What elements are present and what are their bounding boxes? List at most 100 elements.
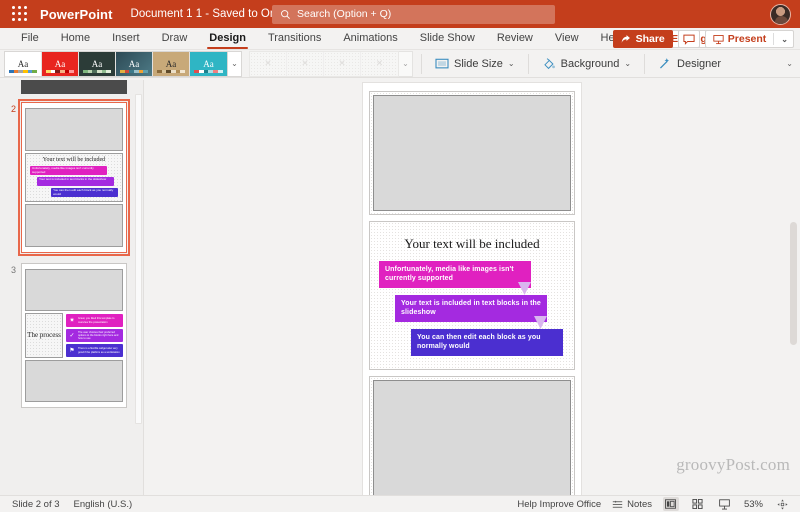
theme-gallery: Aa Aa Aa Aa Aa Aa [4,50,228,77]
zoom-level[interactable]: 53% [744,499,763,510]
theme-preview-label: Aa [203,58,214,69]
share-button[interactable]: Share [612,30,673,48]
slide-sorter-view-button[interactable] [690,497,706,511]
placeholder-box [25,108,123,151]
variant-option[interactable] [250,51,287,76]
notes-button[interactable]: Notes [612,499,652,510]
tab-file[interactable]: File [10,28,50,50]
thumbnail-slide-1-partial[interactable] [0,80,135,94]
tab-design[interactable]: Design [198,28,257,50]
slide-content: Your text will be included Unfortunately… [373,225,571,366]
slide-3-partial[interactable] [369,376,575,495]
avatar[interactable] [770,4,791,25]
tab-draw[interactable]: Draw [151,28,199,50]
theme-wood[interactable]: Aa [153,51,190,76]
theme-preview-label: Aa [91,58,103,69]
variant-option[interactable] [287,51,324,76]
slide-size-icon [435,58,449,68]
notes-label: Notes [627,498,652,510]
tab-insert[interactable]: Insert [101,28,151,50]
notes-icon [612,500,623,508]
tab-transitions[interactable]: Transitions [257,28,332,50]
background-label: Background [560,57,620,70]
slide-size-label: Slide Size [454,57,503,70]
thumbnail-text-block: Your text is included in text blocks in … [37,177,115,186]
theme-swatches [120,70,149,73]
theme-teal-gradient[interactable]: Aa [116,51,153,76]
theme-office[interactable]: Aa [5,51,42,76]
theme-dark-green[interactable]: Aa [79,51,116,76]
theme-cyan[interactable]: Aa [190,51,227,76]
text-block-content: Your text is included in text blocks in … [401,300,541,316]
thumbnail-body: Your text will be included Unfortunately… [22,103,126,252]
tab-view[interactable]: View [544,28,590,50]
thumbnail-content-block: Your text will be included Unfortunately… [25,153,123,202]
divider [644,53,646,74]
variant-option[interactable] [361,51,398,76]
text-block-3[interactable]: You can then edit each block as you norm… [411,329,563,356]
help-improve-office[interactable]: Help Improve Office [517,499,601,510]
thumbnail-process-row: The process ✷ Great, you liked this temp… [25,313,123,358]
tab-animations[interactable]: Animations [332,28,408,50]
variants-more-button[interactable]: ⌄ [399,50,413,77]
app-launcher-icon[interactable] [12,6,28,22]
divider [773,33,775,45]
slide-counter: Slide 2 of 3 [12,498,60,510]
search-icon [281,9,290,19]
background-button[interactable]: Background ⌄ [537,52,636,76]
share-icon [621,34,630,43]
placeholder-box [373,95,571,211]
theme-swatches [46,70,75,73]
thumbnails-scrollbar[interactable] [135,94,142,424]
text-block-1[interactable]: Unfortunately, media like images isn't c… [379,261,531,295]
slide-text-blocks: Unfortunately, media like images isn't c… [379,261,565,356]
thumbnail-process-item: ⚑ There is a flexible widget also very g… [66,344,123,357]
fit-to-window-icon [776,498,788,510]
variant-option[interactable] [324,51,361,76]
thumbnail-frame[interactable]: The process ✷ Great, you liked this temp… [21,263,127,408]
search-input[interactable]: Search (Option + Q) [272,4,555,24]
thumbnail-number: 2 [10,104,16,114]
thumbnail-process-text: Great, you liked this template to overvi… [78,317,115,324]
theme-preview-label: Aa [54,58,66,69]
thumbnail-text-block: You can then edit each block as you norm… [51,188,118,197]
toolbar-overflow-button[interactable]: ⌄ [786,59,793,68]
canvas-scrollbar[interactable] [789,82,798,493]
fit-to-window-button[interactable] [774,497,790,511]
tab-review[interactable]: Review [486,28,544,50]
theme-gallery-more-button[interactable]: ⌄ [228,50,242,77]
normal-view-icon [665,499,677,509]
thumbnail-process-item: ✓ The user choices their preferred optio… [66,329,123,342]
tab-slide-show[interactable]: Slide Show [409,28,486,50]
designer-button[interactable]: Designer [653,52,726,76]
presenter-view-button[interactable] [717,497,733,511]
connector-arrow-icon [518,282,531,295]
slide-1-partial[interactable] [369,91,575,215]
comments-button[interactable] [677,30,700,48]
lightbulb-icon: ✷ [69,318,75,324]
background-fill-icon [543,58,555,70]
normal-view-button[interactable] [662,497,679,511]
title-bar: PowerPoint Document 1 1 - Saved to OneDr… [0,0,800,28]
divider [421,53,422,74]
text-block-content: Unfortunately, media like images isn't c… [385,266,514,282]
thumbnail-frame-selected[interactable]: Your text will be included Unfortunately… [18,99,130,256]
theme-preview-label: Aa [128,58,140,69]
text-block-2[interactable]: Your text is included in text blocks in … [395,295,547,329]
theme-red[interactable]: Aa [42,51,79,76]
slide-thumbnails-pane: 2 Your text will be included Unfortunate… [0,80,144,495]
thumbnail-slide-3[interactable]: 3 The process ✷ Great, you liked this te… [0,253,135,408]
slide-2-current[interactable]: Your text will be included Unfortunately… [369,221,575,370]
tab-home[interactable]: Home [50,28,101,50]
language-indicator[interactable]: English (U.S.) [74,499,133,510]
share-label: Share [635,33,665,45]
slide-size-button[interactable]: Slide Size ⌄ [430,52,520,76]
slide-title[interactable]: Your text will be included [379,236,565,252]
chevron-down-icon: ⌄ [624,59,632,68]
thumbnail-text-block: Unfortunately, media like images isn't c… [30,166,108,175]
thumbnail-slide-2[interactable]: 2 Your text will be included Unfortunate… [0,94,135,256]
chevron-down-icon: ⌄ [781,34,788,44]
theme-swatches [83,70,112,73]
design-toolbar: Aa Aa Aa Aa Aa Aa ⌄ ✕ ✕ ✕ ✕ ⌄ Slide Size… [0,50,800,78]
present-button[interactable]: Present ⌄ [704,30,794,48]
